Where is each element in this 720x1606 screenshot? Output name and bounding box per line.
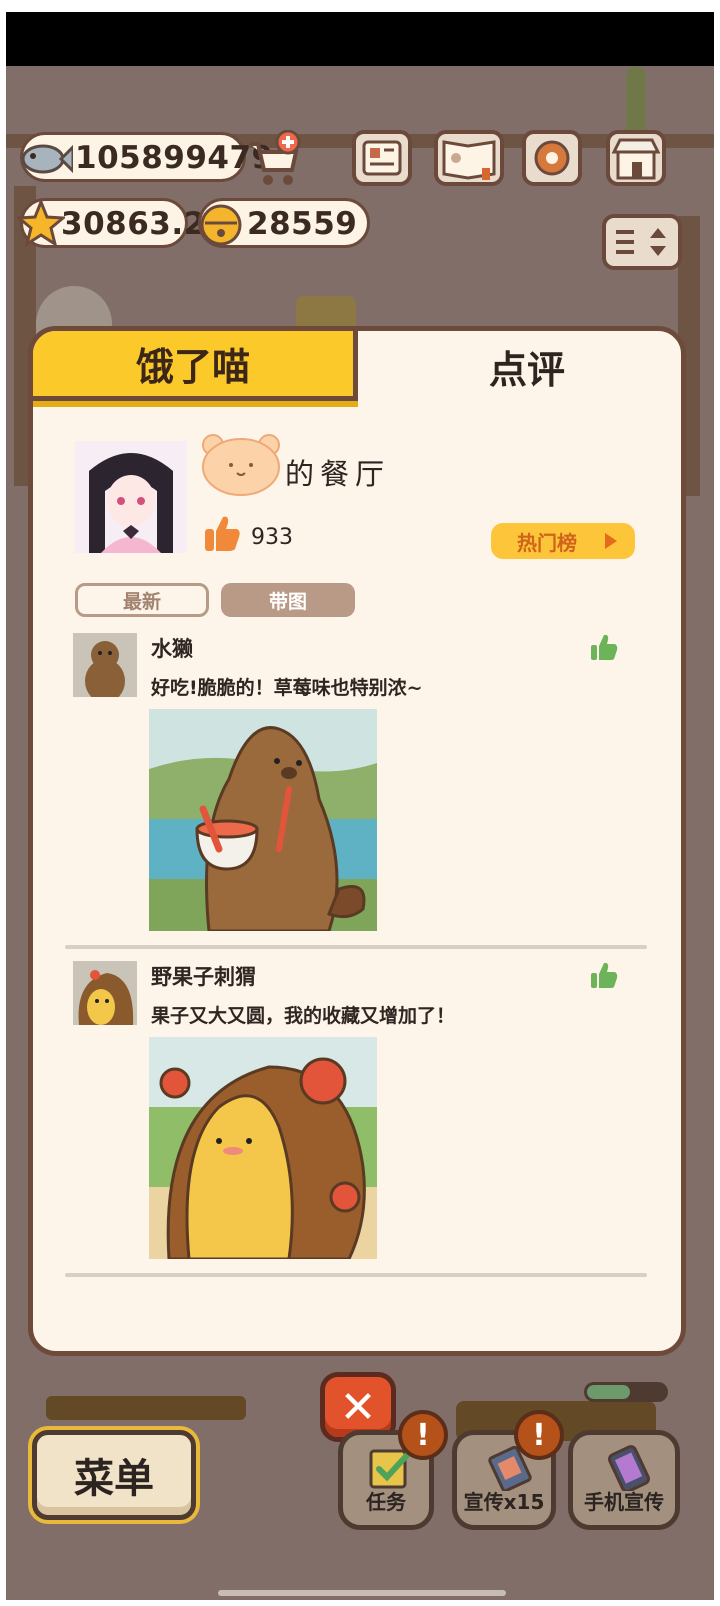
gear-icon xyxy=(534,140,570,176)
fish-icon xyxy=(21,144,73,174)
reviewer-name: 水獭 xyxy=(151,637,193,661)
menu-button[interactable]: 菜单 xyxy=(32,1430,196,1520)
review-text: 好吃!脆脆的！草莓味也特别浓~ xyxy=(151,677,423,699)
tab-hungry-meow[interactable]: 饿了喵 xyxy=(33,331,358,401)
review-divider xyxy=(65,945,647,949)
bell-icon xyxy=(200,204,242,246)
star-counter: 30863.2 xyxy=(17,198,205,248)
like-review-icon[interactable] xyxy=(589,961,619,991)
paw-book-icon xyxy=(442,140,496,180)
review-image[interactable] xyxy=(149,709,377,931)
arrow-right-icon xyxy=(605,533,617,549)
review-item: 水獭 好吃!脆脆的！草莓味也特别浓~ xyxy=(33,633,681,943)
progress-fill xyxy=(587,1385,630,1399)
newspaper-icon xyxy=(362,140,402,176)
phone-promote-label: 手机宣传 xyxy=(584,1490,664,1514)
tasks-label: 任务 xyxy=(366,1490,406,1514)
phone-icon xyxy=(608,1445,650,1491)
tasks-alert-badge: ! xyxy=(398,1410,448,1460)
newspaper-button[interactable] xyxy=(352,130,412,186)
filter-newest-button[interactable]: 最新 xyxy=(75,583,209,617)
reviewer-name: 野果子刺猬 xyxy=(151,965,256,989)
shop-button[interactable] xyxy=(606,130,666,186)
tab-shadow xyxy=(33,401,358,407)
otter-avatar-icon xyxy=(73,633,137,697)
review-text: 果子又大又圆，我的收藏又增加了！ xyxy=(151,1005,456,1027)
tab-review[interactable]: 点评 xyxy=(363,331,681,401)
star-amount: 30863.2 xyxy=(61,206,206,242)
star-icon xyxy=(17,199,65,247)
restaurant-name: 的餐厅 xyxy=(285,457,391,491)
hedgehog-avatar xyxy=(73,961,137,1025)
review-item: 野果子刺猬 果子又大又圆，我的收藏又增加了！ xyxy=(33,961,681,1271)
status-bar xyxy=(6,12,714,66)
thumbs-up-icon xyxy=(205,516,240,551)
hot-ranking-label: 热门榜 xyxy=(517,530,577,555)
shop-cart-plus-icon[interactable] xyxy=(244,130,302,190)
bell-counter: 28559 xyxy=(198,198,370,248)
bear-nickname-sticker-icon xyxy=(202,434,280,496)
settings-button[interactable] xyxy=(522,130,582,186)
promote-label: 宣传x15 xyxy=(463,1490,545,1514)
home-indicator xyxy=(218,1590,506,1596)
game-screen: 105899479 30863.2 28559 饿了喵 点评 的餐厅 933 热… xyxy=(6,12,714,1600)
sort-toggle-button[interactable] xyxy=(602,214,682,270)
user-avatar xyxy=(75,441,187,553)
promote-alert-badge: ! xyxy=(514,1410,564,1460)
hedgehog-avatar-icon xyxy=(73,961,137,1025)
bell-amount: 28559 xyxy=(247,206,358,242)
storefront-icon xyxy=(611,138,661,180)
review-panel: 饿了喵 点评 的餐厅 933 热门榜 最新 带图 水獭 好吃!脆脆的！草莓味也特… xyxy=(28,326,686,1356)
sort-arrows-icon xyxy=(616,228,666,256)
anime-girl-avatar xyxy=(75,441,187,553)
progress-bar xyxy=(584,1382,668,1402)
recipe-book-button[interactable] xyxy=(434,130,504,186)
review-image[interactable] xyxy=(149,1037,377,1259)
otter-avatar xyxy=(73,633,137,697)
review-divider xyxy=(65,1273,647,1277)
otter-eating-image xyxy=(149,709,377,931)
restaurant-likes-count: 933 xyxy=(251,525,293,550)
phone-promote-button[interactable]: 手机宣传 xyxy=(568,1430,680,1530)
like-review-icon[interactable] xyxy=(589,633,619,663)
hedgehog-apple-image xyxy=(149,1037,377,1259)
fish-counter: 105899479 xyxy=(20,132,273,182)
filter-with-image-button[interactable]: 带图 xyxy=(221,583,355,617)
hot-ranking-button[interactable]: 热门榜 xyxy=(491,523,635,559)
